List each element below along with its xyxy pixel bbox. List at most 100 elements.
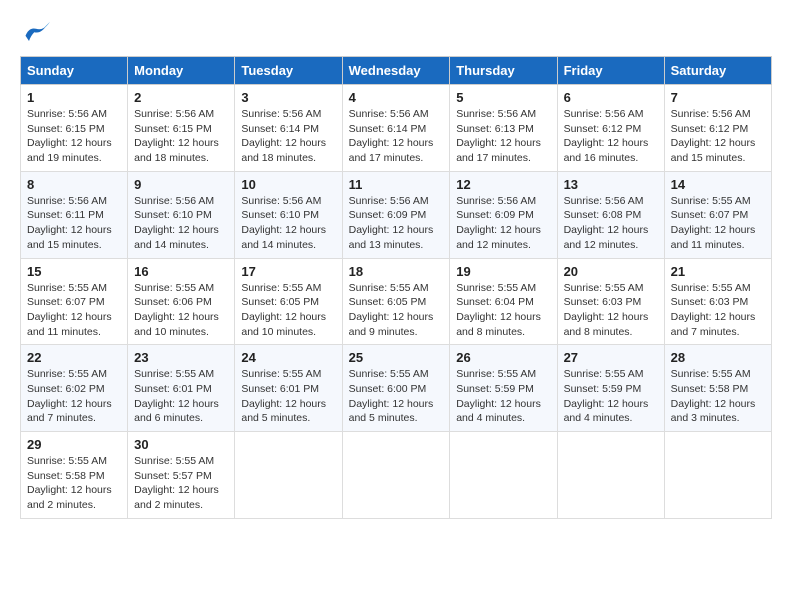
- calendar-cell: 8 Sunrise: 5:56 AMSunset: 6:11 PMDayligh…: [21, 171, 128, 258]
- day-info: Sunrise: 5:56 AMSunset: 6:13 PMDaylight:…: [456, 107, 550, 166]
- calendar-week-2: 8 Sunrise: 5:56 AMSunset: 6:11 PMDayligh…: [21, 171, 772, 258]
- calendar-cell: [557, 432, 664, 519]
- day-number: 28: [671, 350, 765, 365]
- logo: [20, 20, 50, 48]
- day-info: Sunrise: 5:56 AMSunset: 6:15 PMDaylight:…: [27, 107, 121, 166]
- calendar-cell: 25 Sunrise: 5:55 AMSunset: 6:00 PMDaylig…: [342, 345, 450, 432]
- day-number: 10: [241, 177, 335, 192]
- day-info: Sunrise: 5:55 AMSunset: 5:59 PMDaylight:…: [564, 367, 658, 426]
- calendar-cell: 18 Sunrise: 5:55 AMSunset: 6:05 PMDaylig…: [342, 258, 450, 345]
- calendar-cell: 11 Sunrise: 5:56 AMSunset: 6:09 PMDaylig…: [342, 171, 450, 258]
- day-number: 26: [456, 350, 550, 365]
- calendar-cell: 14 Sunrise: 5:55 AMSunset: 6:07 PMDaylig…: [664, 171, 771, 258]
- day-info: Sunrise: 5:55 AMSunset: 6:05 PMDaylight:…: [349, 281, 444, 340]
- day-info: Sunrise: 5:56 AMSunset: 6:11 PMDaylight:…: [27, 194, 121, 253]
- calendar-cell: 28 Sunrise: 5:55 AMSunset: 5:58 PMDaylig…: [664, 345, 771, 432]
- day-number: 21: [671, 264, 765, 279]
- day-info: Sunrise: 5:55 AMSunset: 6:01 PMDaylight:…: [134, 367, 228, 426]
- calendar-cell: 27 Sunrise: 5:55 AMSunset: 5:59 PMDaylig…: [557, 345, 664, 432]
- calendar-cell: 12 Sunrise: 5:56 AMSunset: 6:09 PMDaylig…: [450, 171, 557, 258]
- calendar-cell: 15 Sunrise: 5:55 AMSunset: 6:07 PMDaylig…: [21, 258, 128, 345]
- calendar-week-4: 22 Sunrise: 5:55 AMSunset: 6:02 PMDaylig…: [21, 345, 772, 432]
- day-info: Sunrise: 5:56 AMSunset: 6:14 PMDaylight:…: [241, 107, 335, 166]
- day-number: 3: [241, 90, 335, 105]
- day-info: Sunrise: 5:55 AMSunset: 6:07 PMDaylight:…: [27, 281, 121, 340]
- day-number: 17: [241, 264, 335, 279]
- day-info: Sunrise: 5:55 AMSunset: 5:58 PMDaylight:…: [671, 367, 765, 426]
- calendar-cell: [342, 432, 450, 519]
- day-number: 29: [27, 437, 121, 452]
- calendar-cell: 13 Sunrise: 5:56 AMSunset: 6:08 PMDaylig…: [557, 171, 664, 258]
- day-info: Sunrise: 5:55 AMSunset: 6:01 PMDaylight:…: [241, 367, 335, 426]
- day-number: 9: [134, 177, 228, 192]
- col-header-saturday: Saturday: [664, 57, 771, 85]
- day-info: Sunrise: 5:55 AMSunset: 6:03 PMDaylight:…: [564, 281, 658, 340]
- day-info: Sunrise: 5:56 AMSunset: 6:09 PMDaylight:…: [349, 194, 444, 253]
- calendar-cell: 7 Sunrise: 5:56 AMSunset: 6:12 PMDayligh…: [664, 85, 771, 172]
- calendar-cell: [235, 432, 342, 519]
- day-number: 18: [349, 264, 444, 279]
- day-number: 16: [134, 264, 228, 279]
- calendar-cell: 4 Sunrise: 5:56 AMSunset: 6:14 PMDayligh…: [342, 85, 450, 172]
- day-number: 24: [241, 350, 335, 365]
- col-header-tuesday: Tuesday: [235, 57, 342, 85]
- calendar-cell: 1 Sunrise: 5:56 AMSunset: 6:15 PMDayligh…: [21, 85, 128, 172]
- day-info: Sunrise: 5:55 AMSunset: 5:57 PMDaylight:…: [134, 454, 228, 513]
- day-info: Sunrise: 5:56 AMSunset: 6:12 PMDaylight:…: [564, 107, 658, 166]
- col-header-wednesday: Wednesday: [342, 57, 450, 85]
- logo-icon: [22, 20, 50, 48]
- calendar-week-3: 15 Sunrise: 5:55 AMSunset: 6:07 PMDaylig…: [21, 258, 772, 345]
- calendar-cell: 24 Sunrise: 5:55 AMSunset: 6:01 PMDaylig…: [235, 345, 342, 432]
- day-info: Sunrise: 5:55 AMSunset: 6:04 PMDaylight:…: [456, 281, 550, 340]
- calendar-cell: 16 Sunrise: 5:55 AMSunset: 6:06 PMDaylig…: [128, 258, 235, 345]
- day-info: Sunrise: 5:56 AMSunset: 6:10 PMDaylight:…: [241, 194, 335, 253]
- day-number: 15: [27, 264, 121, 279]
- calendar-cell: 26 Sunrise: 5:55 AMSunset: 5:59 PMDaylig…: [450, 345, 557, 432]
- day-number: 23: [134, 350, 228, 365]
- day-info: Sunrise: 5:56 AMSunset: 6:12 PMDaylight:…: [671, 107, 765, 166]
- day-number: 2: [134, 90, 228, 105]
- calendar-cell: 21 Sunrise: 5:55 AMSunset: 6:03 PMDaylig…: [664, 258, 771, 345]
- day-info: Sunrise: 5:55 AMSunset: 6:06 PMDaylight:…: [134, 281, 228, 340]
- calendar-cell: 19 Sunrise: 5:55 AMSunset: 6:04 PMDaylig…: [450, 258, 557, 345]
- calendar-cell: 17 Sunrise: 5:55 AMSunset: 6:05 PMDaylig…: [235, 258, 342, 345]
- day-number: 6: [564, 90, 658, 105]
- calendar-cell: 6 Sunrise: 5:56 AMSunset: 6:12 PMDayligh…: [557, 85, 664, 172]
- day-info: Sunrise: 5:56 AMSunset: 6:15 PMDaylight:…: [134, 107, 228, 166]
- calendar-week-1: 1 Sunrise: 5:56 AMSunset: 6:15 PMDayligh…: [21, 85, 772, 172]
- day-number: 12: [456, 177, 550, 192]
- day-info: Sunrise: 5:55 AMSunset: 6:03 PMDaylight:…: [671, 281, 765, 340]
- calendar-table: SundayMondayTuesdayWednesdayThursdayFrid…: [20, 56, 772, 519]
- calendar-cell: [664, 432, 771, 519]
- calendar-cell: 9 Sunrise: 5:56 AMSunset: 6:10 PMDayligh…: [128, 171, 235, 258]
- day-number: 22: [27, 350, 121, 365]
- day-number: 13: [564, 177, 658, 192]
- calendar-cell: 20 Sunrise: 5:55 AMSunset: 6:03 PMDaylig…: [557, 258, 664, 345]
- day-number: 11: [349, 177, 444, 192]
- header: [20, 20, 772, 48]
- col-header-monday: Monday: [128, 57, 235, 85]
- day-number: 14: [671, 177, 765, 192]
- day-info: Sunrise: 5:56 AMSunset: 6:08 PMDaylight:…: [564, 194, 658, 253]
- day-number: 25: [349, 350, 444, 365]
- day-info: Sunrise: 5:55 AMSunset: 6:05 PMDaylight:…: [241, 281, 335, 340]
- day-number: 30: [134, 437, 228, 452]
- day-info: Sunrise: 5:55 AMSunset: 5:59 PMDaylight:…: [456, 367, 550, 426]
- day-info: Sunrise: 5:55 AMSunset: 6:07 PMDaylight:…: [671, 194, 765, 253]
- day-number: 20: [564, 264, 658, 279]
- calendar-cell: 29 Sunrise: 5:55 AMSunset: 5:58 PMDaylig…: [21, 432, 128, 519]
- col-header-sunday: Sunday: [21, 57, 128, 85]
- day-number: 19: [456, 264, 550, 279]
- calendar-cell: 10 Sunrise: 5:56 AMSunset: 6:10 PMDaylig…: [235, 171, 342, 258]
- day-number: 7: [671, 90, 765, 105]
- day-info: Sunrise: 5:56 AMSunset: 6:10 PMDaylight:…: [134, 194, 228, 253]
- calendar-cell: 2 Sunrise: 5:56 AMSunset: 6:15 PMDayligh…: [128, 85, 235, 172]
- day-number: 8: [27, 177, 121, 192]
- day-number: 5: [456, 90, 550, 105]
- calendar-cell: 5 Sunrise: 5:56 AMSunset: 6:13 PMDayligh…: [450, 85, 557, 172]
- calendar-cell: 23 Sunrise: 5:55 AMSunset: 6:01 PMDaylig…: [128, 345, 235, 432]
- day-info: Sunrise: 5:56 AMSunset: 6:09 PMDaylight:…: [456, 194, 550, 253]
- day-number: 1: [27, 90, 121, 105]
- col-header-thursday: Thursday: [450, 57, 557, 85]
- calendar-week-5: 29 Sunrise: 5:55 AMSunset: 5:58 PMDaylig…: [21, 432, 772, 519]
